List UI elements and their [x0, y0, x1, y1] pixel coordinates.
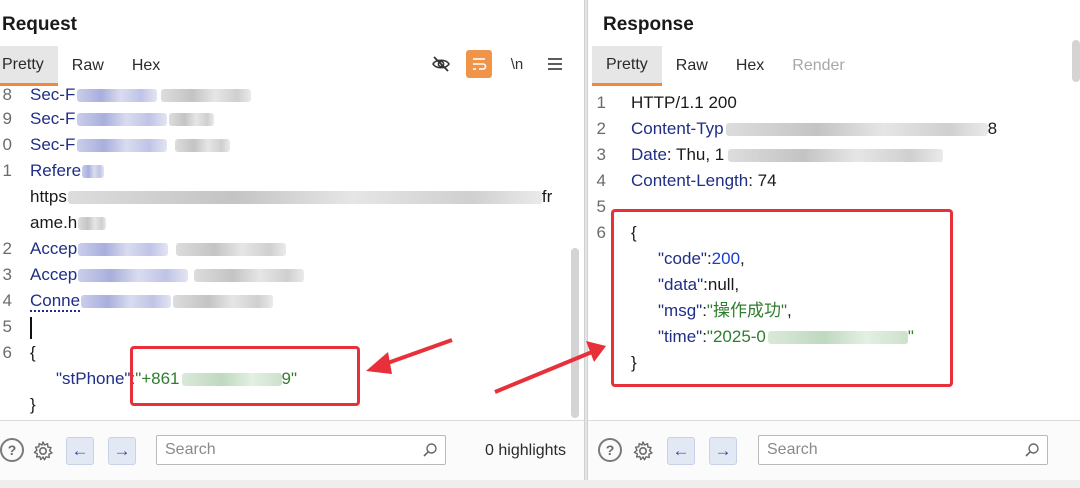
- arrow-to-request-value: [366, 338, 453, 374]
- arrow-to-response-body: [494, 341, 606, 394]
- window-bottom-edge: [0, 480, 1080, 488]
- annotation-arrows: [366, 338, 606, 394]
